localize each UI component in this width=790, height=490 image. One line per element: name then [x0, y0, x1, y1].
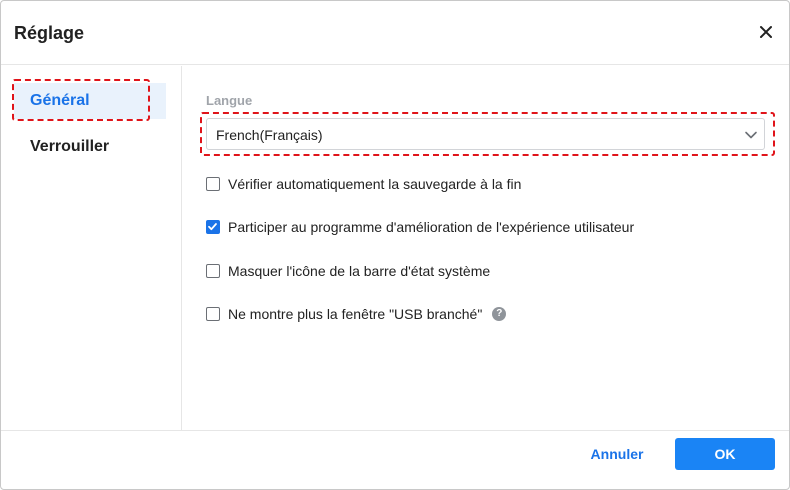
help-icon[interactable]: ? [492, 307, 507, 321]
dialog-title: Réglage [14, 23, 85, 43]
sidebar-item-lock[interactable]: Verrouiller [14, 129, 166, 165]
main-content: Langue French(Français) Vérifier automat… [182, 66, 789, 430]
auto-verify-checkbox[interactable] [206, 177, 220, 191]
option-label: Participer au programme d'amélioration d… [228, 219, 635, 235]
ok-button[interactable]: OK [675, 438, 775, 470]
option-hide-tray-icon[interactable]: Masquer l'icône de la barre d'état systè… [206, 261, 490, 281]
dialog-footer: Annuler OK [1, 430, 789, 489]
usb-window-checkbox[interactable] [206, 307, 220, 321]
sidebar: Général Verrouiller [1, 66, 182, 430]
cancel-button[interactable]: Annuler [577, 438, 657, 470]
close-icon[interactable] [757, 23, 775, 41]
option-label: Masquer l'icône de la barre d'état systè… [228, 263, 491, 279]
option-experience-program[interactable]: Participer au programme d'amélioration d… [206, 217, 634, 237]
settings-dialog: Réglage Général Verrouiller Langue Frenc… [0, 0, 790, 490]
sidebar-item-label: Général [30, 92, 90, 109]
option-label: Vérifier automatiquement la sauvegarde à… [228, 176, 522, 192]
option-label: Ne montre plus la fenêtre "USB branché" [228, 306, 483, 322]
language-label: Langue [206, 93, 253, 108]
language-select[interactable]: French(Français) [206, 118, 765, 150]
option-auto-verify[interactable]: Vérifier automatiquement la sauvegarde à… [206, 174, 521, 194]
language-select-value: French(Français) [216, 127, 323, 143]
option-usb-window[interactable]: Ne montre plus la fenêtre "USB branché" … [206, 304, 507, 324]
sidebar-item-label: Verrouiller [30, 138, 110, 155]
checkmark-icon [208, 223, 217, 231]
experience-program-checkbox[interactable] [206, 220, 220, 234]
sidebar-item-general[interactable]: Général [14, 83, 166, 119]
title-bar: Réglage [1, 1, 789, 65]
hide-tray-icon-checkbox[interactable] [206, 264, 220, 278]
chevron-down-icon [744, 128, 758, 142]
